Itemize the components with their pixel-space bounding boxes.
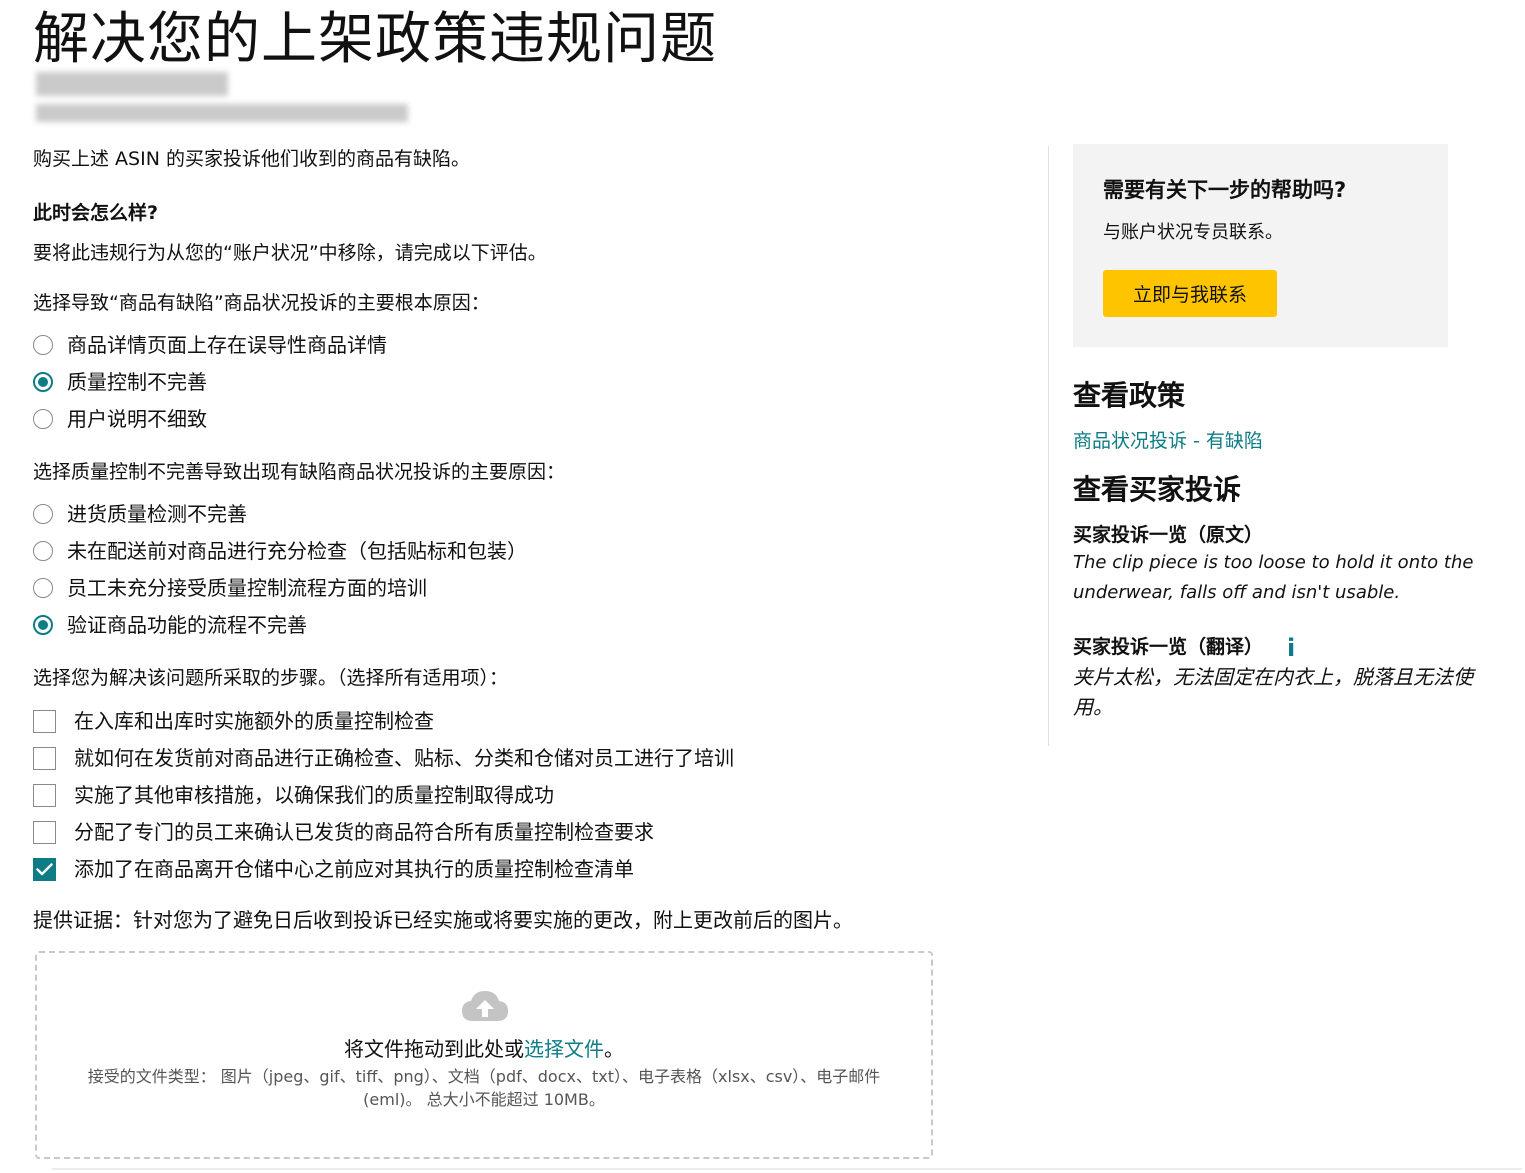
help-panel: 需要有关下一步的帮助吗? 与账户状况专员联系。 立即与我联系 bbox=[1073, 144, 1448, 347]
cloud-upload-icon bbox=[462, 991, 508, 1021]
view-complaints-heading: 查看买家投诉 bbox=[1073, 473, 1242, 506]
original-complaint-text: The clip piece is too loose to hold it o… bbox=[1073, 552, 1474, 603]
radio-button[interactable] bbox=[33, 504, 53, 524]
radio-button-selected[interactable] bbox=[33, 615, 53, 635]
option-label: 就如何在发货前对商品进行正确检查、贴标、分类和仓储对员工进行了培训 bbox=[74, 746, 734, 770]
checkbox-checked[interactable] bbox=[33, 857, 56, 881]
checkbox[interactable] bbox=[33, 820, 56, 844]
option-label: 添加了在商品离开仓储中心之前应对其执行的质量控制检查清单 bbox=[74, 857, 634, 881]
option-label: 在入库和出库时实施额外的质量控制检查 bbox=[74, 709, 434, 733]
option-label: 用户说明不细致 bbox=[67, 407, 207, 431]
radio-button[interactable] bbox=[33, 335, 53, 355]
q2-option-pre-shipment-check[interactable]: 未在配送前对商品进行充分检查（包括贴标和包装） bbox=[33, 535, 527, 567]
q1-option-user-instructions[interactable]: 用户说明不细致 bbox=[33, 403, 207, 435]
help-description: 与账户状况专员联系。 bbox=[1103, 222, 1283, 243]
q3-option-staff-trained[interactable]: 就如何在发货前对商品进行正确检查、贴标、分类和仓储对员工进行了培训 bbox=[33, 742, 734, 774]
file-dropzone[interactable]: 将文件拖动到此处或选择文件。 接受的文件类型： 图片（jpeg、gif、tiff… bbox=[35, 951, 933, 1159]
accepted-file-types: 接受的文件类型： 图片（jpeg、gif、tiff、png）、文档（pdf、do… bbox=[87, 1067, 881, 1109]
checkmark-icon bbox=[36, 862, 53, 875]
choose-file-link[interactable]: 选择文件 bbox=[524, 1037, 604, 1061]
translated-complaint-heading: 买家投诉一览（翻译） bbox=[1073, 636, 1264, 658]
redacted-asin-line bbox=[36, 72, 228, 96]
radio-button-selected[interactable] bbox=[33, 372, 53, 392]
q2-option-function-verification[interactable]: 验证商品功能的流程不完善 bbox=[33, 609, 307, 641]
view-policy-heading: 查看政策 bbox=[1073, 379, 1186, 412]
evidence-prompt: 提供证据：针对您为了避免日后收到投诉已经实施或将要实施的更改，附上更改前后的图片… bbox=[33, 908, 853, 932]
q2-option-incoming-inspection[interactable]: 进货质量检测不完善 bbox=[33, 498, 247, 530]
option-label: 实施了其他审核措施，以确保我们的质量控制取得成功 bbox=[74, 783, 554, 807]
q3-option-dedicated-staff[interactable]: 分配了专门的员工来确认已发货的商品符合所有质量控制检查要求 bbox=[33, 816, 654, 848]
option-label: 分配了专门的员工来确认已发货的商品符合所有质量控制检查要求 bbox=[74, 820, 654, 844]
page-title: 解决您的上架政策违规问题 bbox=[33, 7, 717, 72]
q3-option-audit-measures[interactable]: 实施了其他审核措施，以确保我们的质量控制取得成功 bbox=[33, 779, 554, 811]
question1-prompt: 选择导致“商品有缺陷”商品状况投诉的主要根本原因： bbox=[33, 292, 490, 314]
column-divider bbox=[1048, 146, 1049, 746]
translated-complaint-text: 夹片太松，无法固定在内衣上，脱落且无法使用。 bbox=[1073, 665, 1473, 719]
what-happens-heading: 此时会怎么样? bbox=[33, 202, 159, 224]
help-title: 需要有关下一步的帮助吗? bbox=[1103, 178, 1347, 202]
option-label: 商品详情页面上存在误导性商品详情 bbox=[67, 333, 387, 357]
option-label: 员工未充分接受质量控制流程方面的培训 bbox=[67, 576, 427, 600]
option-label: 未在配送前对商品进行充分检查（包括贴标和包装） bbox=[67, 539, 527, 563]
question2-prompt: 选择质量控制不完善导致出现有缺陷商品状况投诉的主要原因： bbox=[33, 461, 566, 483]
translated-complaint-heading-row: 买家投诉一览（翻译） i bbox=[1073, 632, 1295, 662]
intro-text: 购买上述 ASIN 的买家投诉他们收到的商品有缺陷。 bbox=[33, 148, 470, 170]
q1-option-quality-control[interactable]: 质量控制不完善 bbox=[33, 366, 207, 398]
checkbox[interactable] bbox=[33, 783, 56, 807]
contact-me-button[interactable]: 立即与我联系 bbox=[1103, 270, 1277, 317]
checkbox[interactable] bbox=[33, 709, 56, 733]
redacted-product-line bbox=[36, 104, 408, 122]
bottom-divider bbox=[52, 1168, 1522, 1170]
q3-option-qc-checklist[interactable]: 添加了在商品离开仓储中心之前应对其执行的质量控制检查清单 bbox=[33, 853, 634, 885]
radio-button[interactable] bbox=[33, 541, 53, 561]
option-label: 验证商品功能的流程不完善 bbox=[67, 613, 307, 637]
option-label: 质量控制不完善 bbox=[67, 370, 207, 394]
radio-button[interactable] bbox=[33, 409, 53, 429]
option-label: 进货质量检测不完善 bbox=[67, 502, 247, 526]
instruction-text: 要将此违规行为从您的“账户状况”中移除，请完成以下评估。 bbox=[33, 242, 547, 264]
question3-prompt: 选择您为解决该问题所采取的步骤。（选择所有适用项）： bbox=[33, 667, 509, 689]
checkbox[interactable] bbox=[33, 746, 56, 770]
q3-option-extra-qc[interactable]: 在入库和出库时实施额外的质量控制检查 bbox=[33, 705, 434, 737]
q1-option-misleading-details[interactable]: 商品详情页面上存在误导性商品详情 bbox=[33, 329, 387, 361]
policy-link[interactable]: 商品状况投诉 - 有缺陷 bbox=[1073, 426, 1263, 453]
dropzone-text: 将文件拖动到此处或选择文件。 bbox=[344, 1037, 624, 1061]
radio-button[interactable] bbox=[33, 578, 53, 598]
original-complaint-heading: 买家投诉一览（原文） bbox=[1073, 524, 1264, 546]
q2-option-staff-training[interactable]: 员工未充分接受质量控制流程方面的培训 bbox=[33, 572, 427, 604]
info-icon[interactable]: i bbox=[1287, 634, 1295, 662]
